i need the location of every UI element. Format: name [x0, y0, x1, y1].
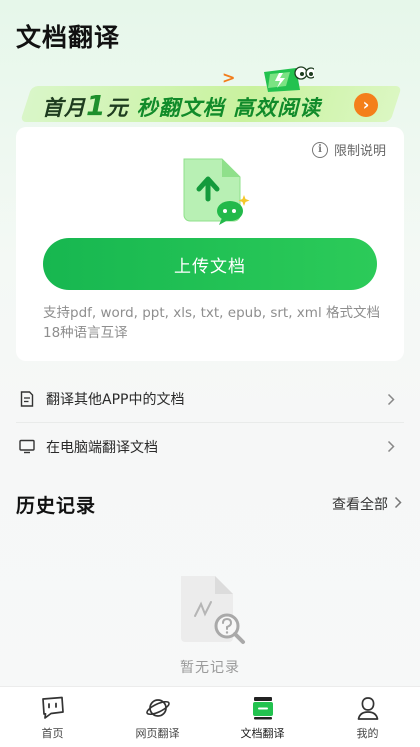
bottom-nav: 首页 网页翻译 文档翻译 我的: [0, 686, 420, 747]
spark-icon: >: [222, 68, 236, 87]
promo-banner[interactable]: > 首月1元 秒翻文档 高效阅读 ›: [16, 64, 404, 124]
banner-text: 首月1元 秒翻文档 高效阅读: [42, 89, 321, 122]
view-all-link[interactable]: 查看全部: [332, 494, 402, 514]
upload-card: i 限制说明 上传文档 支持pdf, word, ppt, xls, txt, …: [16, 127, 404, 361]
chevron-right-icon: [384, 392, 398, 406]
option-label: 在电脑端翻译文档: [46, 439, 158, 456]
doc-translate-icon: [249, 694, 277, 722]
banner-arrow-icon[interactable]: ›: [354, 93, 378, 117]
limit-info-link[interactable]: i 限制说明: [311, 140, 386, 159]
user-icon: [354, 694, 382, 722]
upload-document-button[interactable]: 上传文档: [43, 238, 377, 290]
chevron-right-icon: [384, 440, 398, 454]
upload-document-icon: [183, 158, 250, 225]
page-title: 文档翻译: [16, 23, 121, 52]
view-all-label: 查看全部: [332, 497, 388, 513]
planet-icon: [144, 694, 172, 722]
empty-history-text: 暂无记录: [180, 660, 240, 676]
option-list: 翻译其他APP中的文档 在电脑端翻译文档: [16, 376, 404, 470]
empty-history-icon: [181, 576, 245, 644]
nav-label: 文档翻译: [240, 727, 285, 740]
document-icon: [18, 390, 36, 408]
banner-part1: 首月: [42, 96, 86, 120]
nav-label: 我的: [356, 727, 379, 740]
nav-item-web-translate[interactable]: 网页翻译: [105, 687, 210, 747]
option-translate-on-pc[interactable]: 在电脑端翻译文档: [16, 423, 404, 470]
supported-formats-text: 支持pdf, word, ppt, xls, txt, epub, srt, x…: [43, 305, 380, 341]
home-chat-icon: [39, 694, 67, 722]
nav-item-home[interactable]: 首页: [0, 687, 105, 747]
banner-part4: 高效阅读: [233, 96, 322, 120]
nav-label: 网页翻译: [135, 727, 180, 740]
option-translate-other-app[interactable]: 翻译其他APP中的文档: [16, 376, 404, 423]
option-label: 翻译其他APP中的文档: [46, 392, 185, 408]
history-title: 历史记录: [16, 495, 97, 517]
chevron-right-icon: [394, 496, 402, 513]
info-icon: i: [311, 141, 328, 158]
banner-price: 1: [86, 89, 107, 122]
banner-part3: 秒翻文档: [136, 96, 225, 120]
banner-part2: 元: [106, 96, 129, 120]
limit-info-label: 限制说明: [333, 144, 386, 159]
nav-label: 首页: [41, 727, 64, 740]
monitor-icon: [18, 438, 36, 456]
nav-item-doc-translate[interactable]: 文档翻译: [210, 687, 315, 747]
nav-item-profile[interactable]: 我的: [315, 687, 420, 747]
